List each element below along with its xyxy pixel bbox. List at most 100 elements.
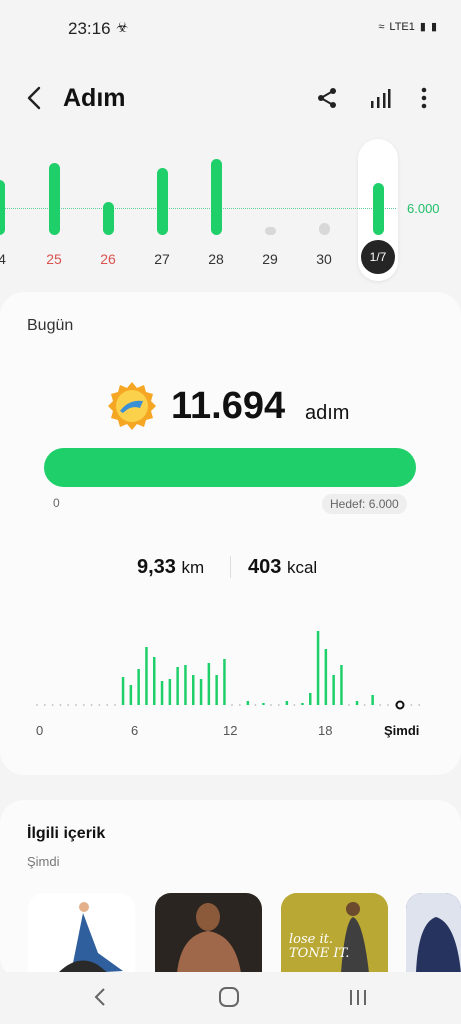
day-bar-7[interactable] xyxy=(373,183,384,235)
hourly-bar xyxy=(301,703,304,705)
related-thumbnail-2[interactable] xyxy=(155,893,262,973)
hourly-dot xyxy=(98,704,101,706)
distance-value: 9,33 xyxy=(137,556,176,578)
hourly-axis-now: Şimdi xyxy=(384,723,420,738)
hourly-dot xyxy=(59,704,62,706)
hourly-dot xyxy=(82,704,85,706)
day-bar-3[interactable] xyxy=(157,168,168,235)
hourly-dot xyxy=(238,704,241,706)
now-marker xyxy=(395,700,405,710)
hourly-bar xyxy=(324,649,328,705)
hourly-bar xyxy=(262,703,265,705)
step-progress-bar xyxy=(44,448,416,487)
hourly-dot xyxy=(36,704,38,706)
hourly-bar xyxy=(371,695,374,705)
back-icon[interactable] xyxy=(22,84,48,112)
hourly-axis-12: 12 xyxy=(223,723,238,738)
day-label-selected[interactable]: 1/7 xyxy=(361,240,395,274)
related-thumbnail-1[interactable] xyxy=(28,893,135,973)
hourly-dot xyxy=(43,704,46,706)
hourly-bar xyxy=(223,659,226,705)
fitness-man-image xyxy=(177,903,241,973)
status-bar: 23:16 ☣ ≈ LTE1 ▮ ▮ xyxy=(0,0,461,56)
nav-back-icon[interactable] xyxy=(92,986,108,1008)
hourly-dot xyxy=(106,704,109,706)
day-bar-6[interactable] xyxy=(319,223,330,235)
hourly-bar xyxy=(153,657,156,705)
stat-divider xyxy=(230,556,231,578)
hourly-bar xyxy=(168,679,172,705)
day-bar-2[interactable] xyxy=(103,202,114,235)
navigation-bar xyxy=(0,972,461,1024)
hourly-axis-0: 0 xyxy=(36,723,44,738)
hourly-dot xyxy=(67,704,70,706)
workout-image xyxy=(406,893,461,973)
day-label-6[interactable]: 30 xyxy=(309,251,339,267)
hourly-bar xyxy=(129,685,133,705)
day-label-1[interactable]: 25 xyxy=(39,251,69,267)
goal-badge: Hedef: 6.000 xyxy=(322,494,407,514)
hourly-bar xyxy=(215,675,218,705)
day-bar-5[interactable] xyxy=(265,227,276,235)
hourly-dot xyxy=(387,704,389,706)
hourly-bar xyxy=(316,631,320,705)
distance-stat: 9,33 km xyxy=(137,556,204,579)
hourly-axis-18: 18 xyxy=(318,723,333,738)
calories-value: 403 xyxy=(248,556,282,578)
hourly-dot xyxy=(379,704,382,706)
hourly-bar xyxy=(192,675,195,705)
today-card: Bugün 11.694 adım 0 Hedef: 6.000 9,33 km… xyxy=(0,292,461,775)
battery-icon: ▮ xyxy=(430,21,437,33)
hourly-bar xyxy=(309,693,312,705)
yoga-image xyxy=(58,902,123,973)
more-options-icon[interactable] xyxy=(417,86,431,110)
day-label-4[interactable]: 28 xyxy=(201,251,231,267)
related-content-card: İlgili içerik Şimdi lose it. TONE IT. xyxy=(0,800,461,980)
hourly-bar xyxy=(137,669,140,705)
hourly-steps-chart xyxy=(36,631,421,710)
day-bar-1[interactable] xyxy=(49,163,60,235)
hourly-dot xyxy=(51,704,54,706)
day-label-0[interactable]: 4 xyxy=(0,251,17,267)
hourly-dot xyxy=(114,704,116,706)
share-icon[interactable] xyxy=(316,86,338,110)
today-title: Bugün xyxy=(27,317,74,334)
hourly-dot xyxy=(363,704,366,706)
day-label-3[interactable]: 27 xyxy=(147,251,177,267)
network-label: LTE1 xyxy=(389,20,415,33)
hourly-bar xyxy=(332,675,335,705)
wifi-icon: ≈ xyxy=(378,20,385,33)
hourly-dot xyxy=(348,704,350,706)
signal-icon: ▮ xyxy=(419,21,426,33)
day-label-2[interactable]: 26 xyxy=(93,251,123,267)
week-chart: 6.000 4 25 26 27 28 29 30 1/7 xyxy=(0,135,461,285)
hourly-axis-6: 6 xyxy=(131,723,139,738)
hourly-dot xyxy=(231,704,233,706)
progress-start-label: 0 xyxy=(53,496,60,510)
page-title: Adım xyxy=(63,84,126,112)
nav-home-icon[interactable] xyxy=(218,986,240,1008)
hourly-dot xyxy=(270,704,272,706)
hourly-bar xyxy=(160,681,164,705)
calories-stat: 403 kcal xyxy=(248,556,317,579)
hourly-bar xyxy=(340,665,343,705)
goal-label: 6.000 xyxy=(407,201,440,216)
hourly-bar xyxy=(246,701,250,705)
nav-recents-icon[interactable] xyxy=(348,986,368,1008)
day-bar-4[interactable] xyxy=(211,159,222,235)
hourly-dot xyxy=(418,704,421,706)
notification-icon: ☣ xyxy=(116,19,129,35)
bar-chart-icon[interactable] xyxy=(369,87,391,109)
hourly-bar xyxy=(121,677,125,705)
hourly-bar xyxy=(145,647,148,705)
step-unit: adım xyxy=(305,402,350,424)
day-label-5[interactable]: 29 xyxy=(255,251,285,267)
hourly-bar xyxy=(184,665,187,705)
step-count: 11.694 xyxy=(171,385,286,427)
related-thumbnail-3[interactable]: lose it. TONE IT. xyxy=(281,893,388,973)
related-thumbnail-4[interactable] xyxy=(406,893,461,973)
day-bar-0[interactable] xyxy=(0,180,5,235)
hourly-dot xyxy=(293,704,296,706)
hourly-dot xyxy=(75,704,77,706)
hourly-bar xyxy=(285,701,289,705)
